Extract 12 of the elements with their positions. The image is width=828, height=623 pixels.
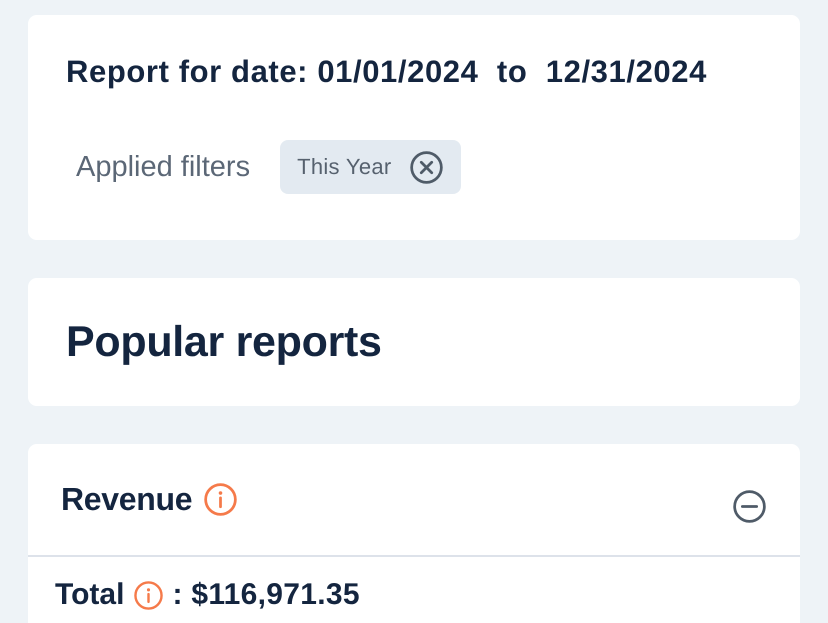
remove-filter-icon[interactable] [410, 150, 443, 184]
popular-reports-heading: Popular reports [66, 317, 382, 367]
report-title: Revenue [61, 481, 192, 518]
filter-chip-label: This Year [297, 154, 392, 180]
applied-filters-label: Applied filters [76, 150, 250, 184]
total-value: : $116,971.35 [172, 577, 360, 613]
collapse-icon[interactable] [733, 490, 766, 523]
info-icon[interactable] [204, 483, 238, 516]
info-icon[interactable] [134, 580, 164, 610]
filter-chip[interactable]: This Year [280, 140, 461, 194]
total-label: Total [55, 577, 124, 613]
report-date-title: Report for date: 01/01/2024 to 12/31/2024 [66, 54, 708, 90]
